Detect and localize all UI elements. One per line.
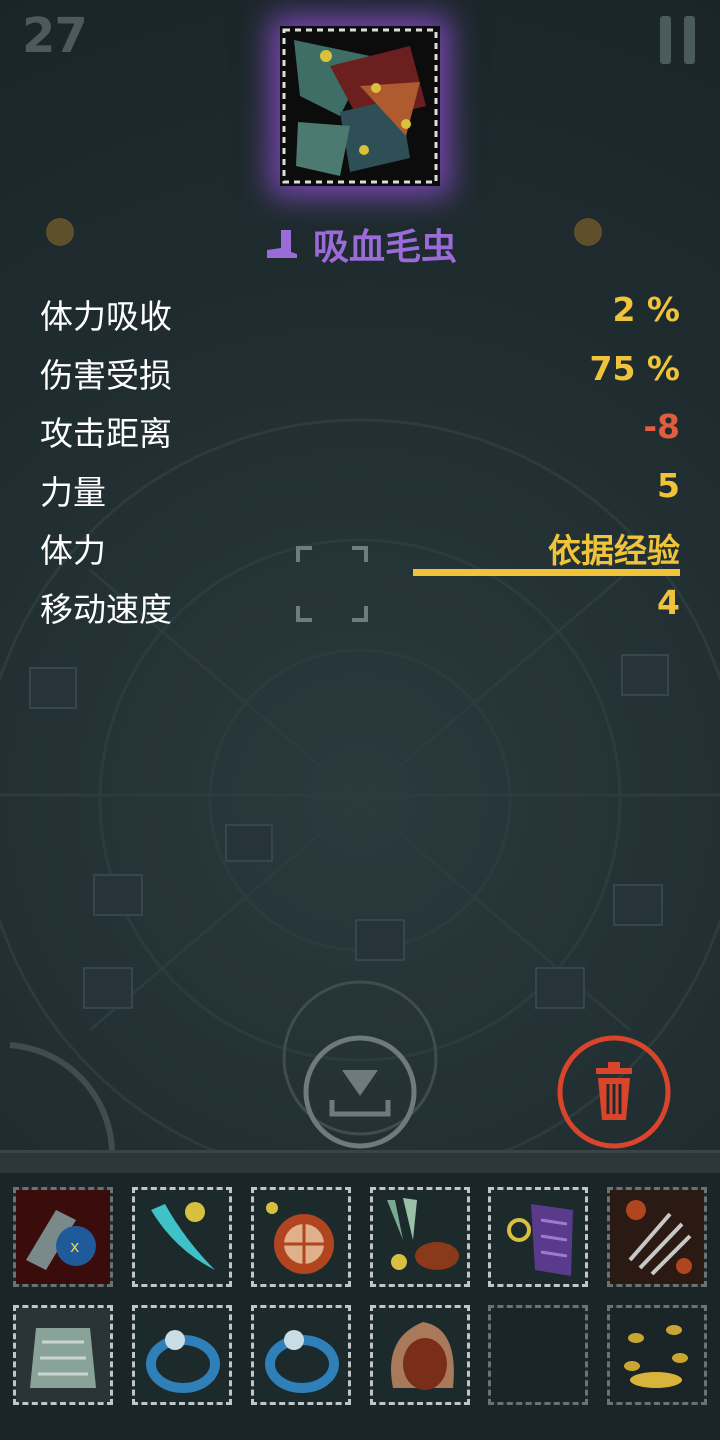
pause-icon [660,16,671,64]
stat-value: 75 % [589,348,680,388]
purple-armor-icon [491,1190,585,1284]
inventory-slot[interactable] [132,1187,232,1287]
inventory-slot[interactable]: x [13,1187,113,1287]
level-counter: 27 [22,8,88,64]
pale-armor-icon [16,1308,110,1402]
stat-label: 体力 [40,531,106,570]
inventory-slot[interactable] [251,1305,351,1405]
blue-gauntlet-icon: x [16,1190,110,1284]
cyan-blade-icon [135,1190,229,1284]
item-name-row: 吸血毛虫 [0,214,720,274]
inventory-slot[interactable] [370,1305,470,1405]
stat-row: 力量 5 [40,460,680,519]
discard-item-button[interactable] [556,1034,672,1150]
herb-bundle-icon [373,1190,467,1284]
blue-ring-icon [135,1308,229,1402]
gold-coins-icon [610,1308,704,1402]
svg-text:x: x [70,1237,79,1256]
inventory-slot[interactable] [251,1187,351,1287]
drop-item-button[interactable] [302,1034,418,1150]
item-portrait [280,26,440,186]
spiked-gauntlet-icon [610,1190,704,1284]
stat-value-negative: -8 [643,407,680,446]
stat-label: 移动速度 [40,589,172,629]
inventory-slot[interactable] [13,1305,113,1405]
pause-button[interactable] [660,16,696,64]
brown-pouch-icon [373,1308,467,1402]
stat-row: 攻击距离 -8 [40,401,680,460]
target-reticle-icon [296,546,368,622]
round-shield-icon [254,1190,348,1284]
empty-slot [491,1308,585,1402]
value-underline [413,569,680,576]
caterpillar-item-icon [280,26,440,186]
stat-value: 5 [657,465,680,505]
stat-label: 攻击距离 [40,414,172,453]
inventory-slot[interactable] [607,1305,707,1405]
inventory-slot[interactable] [370,1187,470,1287]
stat-row: 体力吸收 2 % [40,284,680,343]
trash-icon [557,1035,671,1149]
blue-ring-icon [254,1308,348,1402]
drop-icon [303,1035,417,1149]
inventory-slot[interactable] [132,1305,232,1405]
empty-inventory-slot[interactable] [488,1305,588,1405]
item-name: 吸血毛虫 [312,227,457,268]
inventory-slot[interactable] [488,1187,588,1287]
inventory-slot[interactable] [607,1187,707,1287]
stat-row: 伤害受损 75 % [40,343,680,402]
inventory-divider [0,1150,720,1173]
stat-value: 2 % [612,290,680,329]
stat-label: 伤害受损 [40,355,172,395]
stat-label: 体力吸收 [40,297,172,336]
stat-value: 依据经验 [548,531,680,570]
stat-value: 4 [657,582,680,622]
boots-slot-icon [266,230,297,258]
stat-label: 力量 [40,472,106,512]
